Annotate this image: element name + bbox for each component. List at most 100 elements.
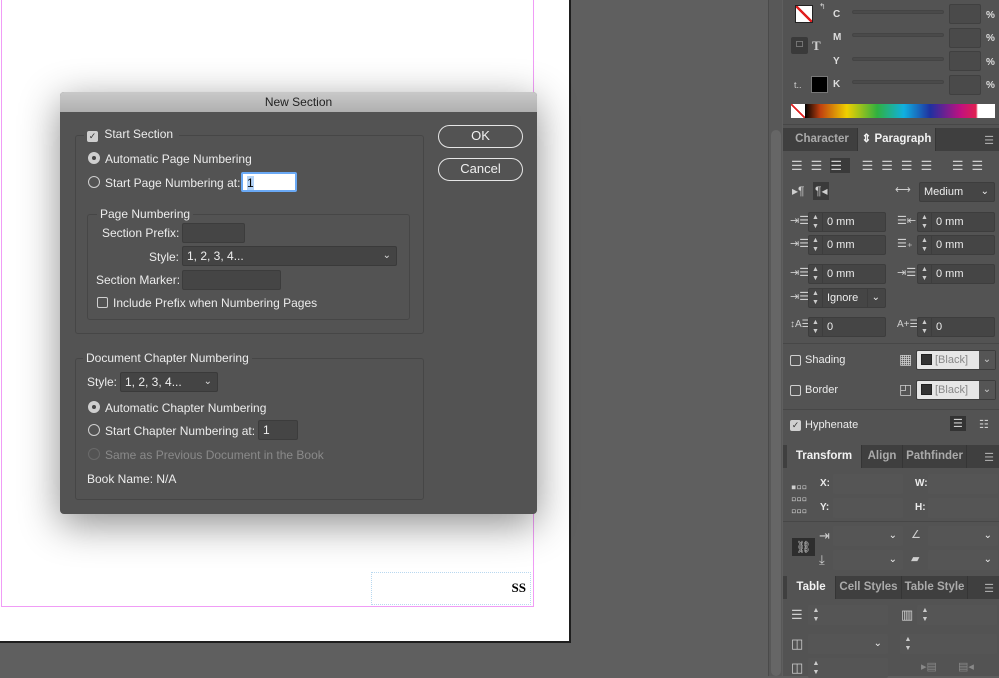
first-line-indent-input[interactable]: ▲ ▼ 0 mm	[808, 235, 886, 255]
align-left-icon[interactable]: ☰	[791, 158, 811, 173]
magenta-slider[interactable]	[852, 33, 944, 37]
text-frame[interactable]: SS	[371, 572, 531, 605]
tab-table[interactable]: Table	[787, 576, 836, 599]
cancel-button[interactable]: Cancel	[438, 158, 523, 181]
section-marker-input[interactable]	[182, 270, 281, 290]
last-color-swatch[interactable]	[811, 76, 828, 93]
start-section-checkbox[interactable]: ✓	[87, 131, 98, 142]
scrollbar-thumb[interactable]	[771, 130, 781, 676]
y-input[interactable]	[833, 498, 903, 518]
include-prefix-checkbox[interactable]	[97, 297, 108, 308]
start-section-legend[interactable]: ✓ Start Section	[84, 127, 180, 142]
stepper-icon[interactable]: ▲ ▼	[901, 635, 915, 653]
justify-all-icon[interactable]: ☰	[921, 158, 941, 173]
scale-y-select[interactable]: ⌄	[833, 550, 903, 570]
stepper-icon[interactable]: ▲ ▼	[809, 236, 823, 254]
vertical-scrollbar[interactable]	[768, 0, 782, 676]
align-right-icon[interactable]: ☰	[830, 158, 850, 173]
composer-single-line-icon[interactable]: ☰	[950, 416, 966, 431]
stepper-icon[interactable]: ▲ ▼	[918, 318, 932, 336]
formatting-container-icon[interactable]: □	[791, 37, 808, 54]
stepper-icon[interactable]: ▲ ▼	[918, 606, 932, 624]
left-indent-input[interactable]: ▲ ▼ 0 mm	[808, 212, 886, 232]
stepper-icon[interactable]: ▲ ▼	[918, 236, 932, 254]
hyphenate-checkbox[interactable]: ✓	[790, 420, 801, 431]
alignment-buttons[interactable]: ☰☰☰ ☰☰☰☰ ☰☰	[791, 158, 996, 176]
yellow-slider[interactable]	[852, 57, 944, 61]
fill-swatch-none[interactable]	[795, 5, 813, 23]
tab-cell-styles[interactable]: Cell Styles	[836, 576, 902, 599]
reference-point-icon[interactable]: ▪▫▫ ▫▫▫ ▫▫▫	[791, 480, 807, 519]
constrain-proportions-link-icon[interactable]: ⛓	[792, 538, 816, 556]
stepper-icon[interactable]: ▲ ▼	[918, 265, 932, 283]
cyan-slider[interactable]	[852, 10, 944, 14]
ok-button[interactable]: OK	[438, 125, 523, 148]
shading-checkbox[interactable]	[790, 355, 801, 366]
panel-menu-icon[interactable]: ☰	[984, 134, 994, 147]
color-spectrum[interactable]	[805, 104, 995, 118]
magenta-input[interactable]	[949, 28, 981, 48]
stepper-icon[interactable]: ▲ ▼	[809, 318, 823, 336]
align-to-grid-select[interactable]: ▲ ▼ Ignore ⌄	[808, 288, 886, 308]
composer-select[interactable]: Medium ⌄	[919, 182, 995, 202]
swap-icon[interactable]: ↰	[819, 2, 826, 11]
tab-transform[interactable]: Transform	[787, 445, 862, 468]
panel-menu-icon[interactable]: ☰	[984, 451, 994, 464]
tab-pathfinder[interactable]: Pathfinder	[903, 445, 967, 468]
drop-cap-lines-input[interactable]: ▲ ▼ 0	[808, 317, 886, 337]
automatic-page-numbering-radio[interactable]	[88, 152, 100, 164]
shading-color-select[interactable]: [Black] ⌄	[916, 350, 996, 370]
right-indent-input[interactable]: ▲ ▼ 0 mm	[917, 212, 995, 232]
start-page-numbering-radio[interactable]	[88, 176, 100, 188]
rtl-paragraph-icon[interactable]: ¶◂	[813, 182, 830, 200]
align-center-icon[interactable]: ☰	[811, 158, 831, 173]
stepper-icon[interactable]: ▲ ▼	[809, 659, 823, 677]
black-input[interactable]	[949, 75, 981, 95]
stepper-icon[interactable]: ▲ ▼	[918, 213, 932, 231]
section-prefix-input[interactable]	[182, 223, 245, 243]
align-towards-spine-icon[interactable]: ☰	[952, 158, 972, 173]
tab-character[interactable]: Character	[787, 128, 858, 151]
formatting-text-icon[interactable]: T	[812, 38, 821, 54]
justify-left-icon[interactable]: ☰	[862, 158, 882, 173]
row-height-select[interactable]: ⌄	[808, 634, 888, 654]
shear-select[interactable]: ⌄	[928, 550, 998, 570]
row-height-input[interactable]: ▲ ▼	[900, 634, 997, 654]
justify-center-icon[interactable]: ☰	[881, 158, 901, 173]
none-color-icon[interactable]	[791, 104, 805, 118]
x-input[interactable]	[833, 474, 903, 494]
justify-right-icon[interactable]: ☰	[901, 158, 921, 173]
stepper-icon[interactable]: ▲ ▼	[809, 606, 823, 624]
insert-column-left-icon[interactable]: ▸▤	[921, 660, 937, 673]
border-checkbox[interactable]	[790, 385, 801, 396]
columns-input[interactable]: ▲ ▼	[917, 605, 997, 625]
tab-paragraph[interactable]: ⇕ Paragraph	[858, 128, 936, 151]
tab-table-style[interactable]: Table Style	[902, 576, 968, 599]
stepper-icon[interactable]: ▲ ▼	[809, 265, 823, 283]
rows-input[interactable]: ▲ ▼	[808, 605, 888, 625]
start-chapter-numbering-radio[interactable]	[88, 424, 100, 436]
drop-cap-chars-input[interactable]: ▲ ▼ 0	[917, 317, 995, 337]
space-after-input[interactable]: ▲ ▼ 0 mm	[917, 264, 995, 284]
scale-x-select[interactable]: ⌄	[833, 526, 903, 546]
ltr-paragraph-icon[interactable]: ▸¶	[792, 184, 804, 198]
rotation-select[interactable]: ⌄	[928, 526, 998, 546]
column-width-input[interactable]: ▲ ▼	[808, 658, 888, 678]
border-color-select[interactable]: [Black] ⌄	[916, 380, 996, 400]
tab-align[interactable]: Align	[862, 445, 903, 468]
page-style-select[interactable]: 1, 2, 3, 4... ⌄	[182, 246, 397, 266]
cyan-input[interactable]	[949, 4, 981, 24]
space-before-input[interactable]: ▲ ▼ 0 mm	[808, 264, 886, 284]
align-away-from-spine-icon[interactable]: ☰	[972, 158, 992, 173]
insert-column-right-icon[interactable]: ▤◂	[958, 660, 974, 673]
h-input[interactable]	[928, 498, 998, 518]
black-slider[interactable]	[852, 80, 944, 84]
stepper-icon[interactable]: ▲ ▼	[809, 213, 823, 231]
yellow-input[interactable]	[949, 51, 981, 71]
panel-menu-icon[interactable]: ☰	[984, 582, 994, 595]
start-page-number-input[interactable]: 1	[241, 172, 297, 192]
composer-paragraph-icon[interactable]: ☷	[979, 418, 989, 431]
start-chapter-number-input[interactable]: 1	[258, 420, 298, 440]
chapter-style-select[interactable]: 1, 2, 3, 4... ⌄	[120, 372, 218, 392]
last-line-indent-input[interactable]: ▲ ▼ 0 mm	[917, 235, 995, 255]
